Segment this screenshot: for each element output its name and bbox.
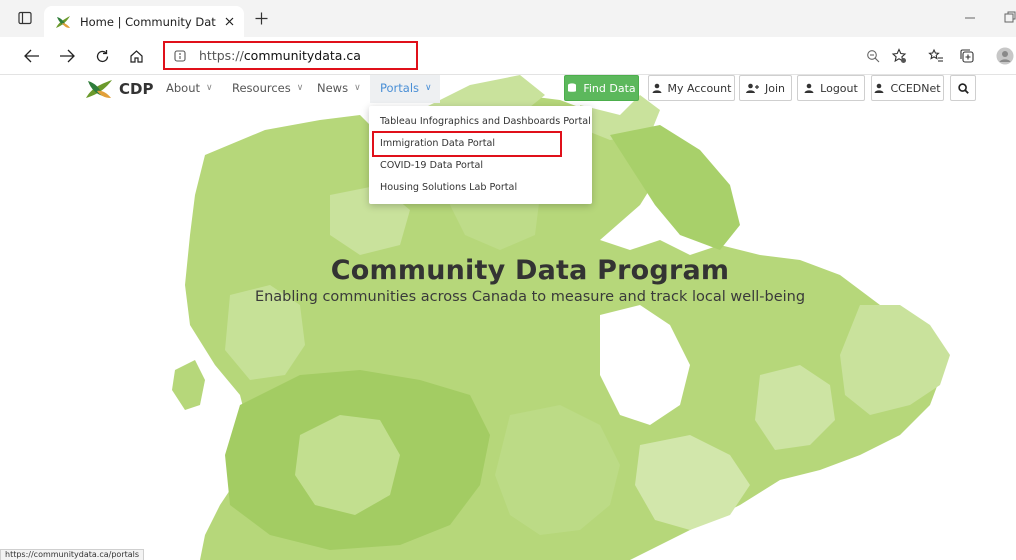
web-page: CDP About ∨ Resources ∨ News ∨ Portals ∨ Fin… [0, 75, 1016, 560]
chevron-down-icon: ∨ [354, 83, 361, 93]
join-button[interactable]: Join [739, 75, 792, 101]
menu-resources[interactable]: Resources ∨ [232, 81, 303, 95]
my-account-button[interactable]: My Account [648, 75, 735, 101]
new-tab-icon[interactable] [252, 9, 270, 27]
url-host: communitydata.ca [243, 48, 361, 63]
my-account-label: My Account [667, 81, 732, 95]
user-icon [804, 83, 814, 93]
collections-icon[interactable] [958, 47, 976, 65]
logo-text: CDP [119, 80, 154, 98]
database-icon [567, 83, 577, 93]
menu-about[interactable]: About ∨ [166, 81, 213, 95]
menu-news-label: News [317, 81, 349, 95]
search-icon [957, 82, 969, 94]
zoom-icon[interactable] [864, 47, 882, 65]
browser-window: Home | Community Data Program [0, 0, 1016, 560]
menu-news[interactable]: News ∨ [317, 81, 361, 95]
user-icon [652, 83, 662, 93]
user-plus-icon [745, 83, 759, 93]
tab-close-icon[interactable] [222, 15, 236, 29]
user-icon [874, 83, 884, 93]
address-bar[interactable]: https://communitydata.ca [163, 41, 418, 70]
menu-resources-label: Resources [232, 81, 291, 95]
tab-strip: Home | Community Data Program [0, 0, 1016, 37]
profile-avatar-icon[interactable] [996, 47, 1014, 65]
immigration-portal-highlight-box [372, 131, 562, 157]
restore-icon[interactable] [1003, 10, 1016, 26]
home-icon[interactable] [126, 46, 146, 66]
chevron-down-icon: ∨ [206, 83, 213, 93]
menu-portals[interactable]: Portals ∨ [380, 81, 432, 95]
menu-about-label: About [166, 81, 201, 95]
cdp-logo[interactable]: CDP [84, 77, 153, 101]
hero-title: Community Data Program [330, 255, 730, 286]
favorite-star-icon[interactable] [890, 47, 908, 65]
browser-toolbar: https://communitydata.ca [0, 37, 1016, 75]
find-data-label: Find Data [583, 81, 636, 95]
ccednet-button[interactable]: CCEDNet [871, 75, 944, 101]
logout-label: Logout [820, 81, 858, 95]
site-info-icon[interactable] [173, 49, 187, 63]
tab-actions-icon[interactable] [16, 9, 34, 27]
cdp-leaf-icon [56, 15, 70, 28]
favorites-list-icon[interactable] [927, 47, 945, 65]
url-scheme: https:// [199, 48, 244, 63]
refresh-icon[interactable] [92, 46, 112, 66]
dropdown-item-tableau-portal[interactable]: Tableau Infographics and Dashboards Port… [380, 116, 591, 127]
forward-icon[interactable] [57, 46, 77, 66]
find-data-button[interactable]: Find Data [564, 75, 639, 101]
chevron-down-icon: ∨ [425, 83, 432, 93]
minimize-icon[interactable] [962, 10, 978, 26]
dropdown-item-housing-portal[interactable]: Housing Solutions Lab Portal [380, 182, 517, 193]
site-search-button[interactable] [950, 75, 976, 101]
address-url: https://communitydata.ca [199, 48, 361, 63]
browser-tab-active[interactable]: Home | Community Data Program [44, 6, 244, 37]
hero-subtitle: Enabling communities across Canada to me… [254, 289, 806, 305]
cdp-leaf-logo-icon [86, 80, 112, 98]
site-header: CDP About ∨ Resources ∨ News ∨ Portals ∨ Fin… [0, 75, 1016, 103]
join-label: Join [764, 81, 785, 95]
back-icon[interactable] [22, 46, 42, 66]
dropdown-item-covid19-portal[interactable]: COVID-19 Data Portal [380, 160, 483, 171]
tab-title: Home | Community Data Program [80, 14, 216, 29]
logout-button[interactable]: Logout [797, 75, 865, 101]
ccednet-label: CCEDNet [890, 81, 941, 95]
status-bar-url: https://communitydata.ca/portals [0, 549, 145, 560]
chevron-down-icon: ∨ [296, 83, 304, 93]
menu-portals-label: Portals [380, 81, 420, 95]
